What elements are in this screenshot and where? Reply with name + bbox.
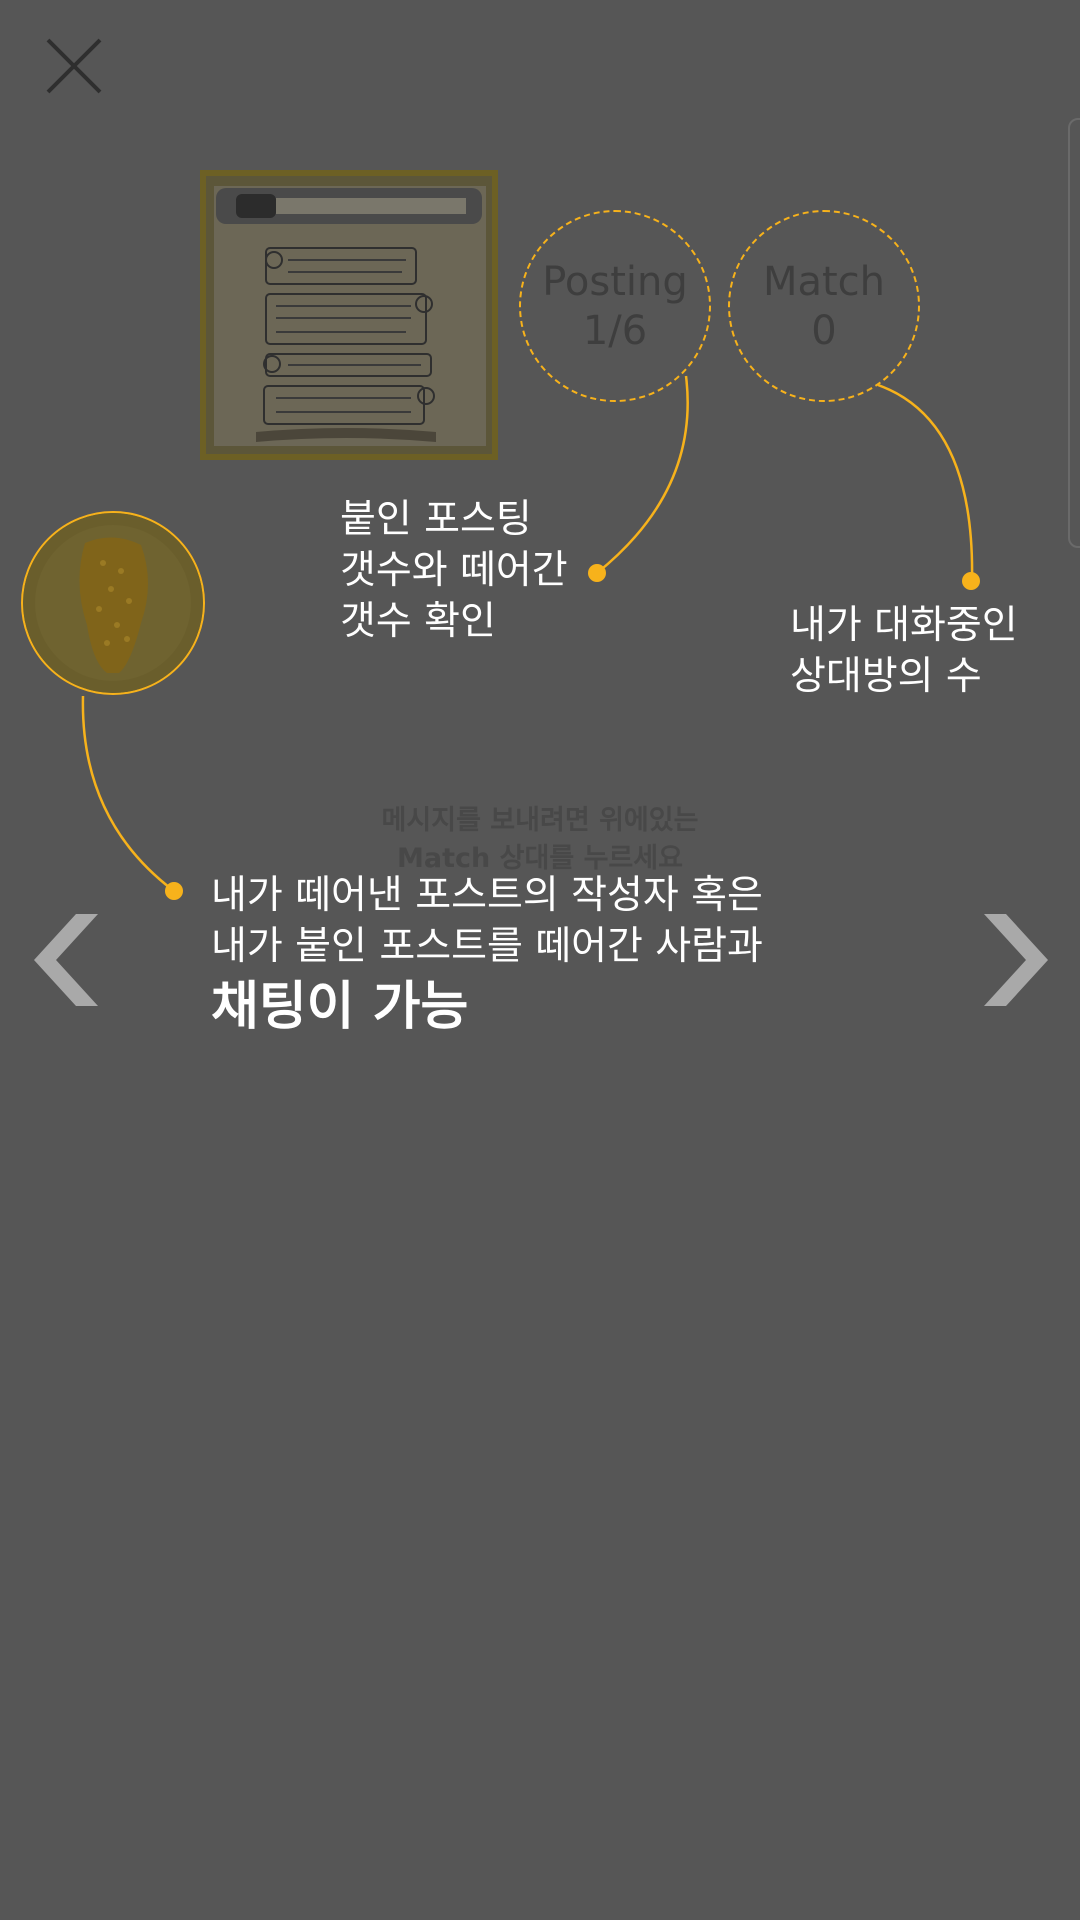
tutorial-overlay: Posting 1/6 Match 0 붙인 포스팅 갯수와 떼어간 갯수 확인… [0,0,1080,1920]
chevron-right-icon [984,914,1048,1006]
chat-callout-emphasis: 채팅이 가능 [211,977,469,1037]
close-icon [46,38,102,94]
posting-count-circle[interactable]: Posting 1/6 [519,210,711,402]
previous-button[interactable] [32,914,102,1006]
posting-callout-line1: 붙인 포스팅 [340,497,532,542]
next-button[interactable] [980,914,1050,1006]
chat-partner-avatar[interactable] [21,511,205,695]
posting-callout-line3: 갯수 확인 [340,599,496,644]
hint-line1: 메시지를 보내려면 위에있는 [381,805,699,836]
avatar-image [23,513,203,693]
match-callout-line1: 내가 대화중인 [790,603,1018,648]
match-label: Match [762,259,886,305]
posting-callout: 붙인 포스팅 갯수와 떼어간 갯수 확인 [340,494,568,647]
chat-callout: 내가 떼어낸 포스트의 작성자 혹은 내가 붙인 포스트를 떼어간 사람과 채팅… [211,870,763,1040]
next-card-edge [1068,118,1080,548]
chat-callout-line2: 내가 붙인 포스트를 떼어간 사람과 [211,924,763,969]
posting-label: Posting [542,259,688,305]
empty-chat-hint: 메시지를 보내려면 위에있는 Match 상대를 누르세요 [0,802,1080,878]
close-button[interactable] [38,30,110,102]
posting-value: 1/6 [582,308,648,354]
chevron-left-icon [34,914,98,1006]
match-count-circle[interactable]: Match 0 [728,210,920,402]
chat-callout-line1: 내가 떼어낸 포스트의 작성자 혹은 [211,873,763,918]
match-callout: 내가 대화중인 상대방의 수 [790,600,1018,702]
posting-callout-line2: 갯수와 떼어간 [340,548,568,593]
posting-thumbnail [200,170,498,460]
match-value: 0 [811,308,837,354]
match-callout-line2: 상대방의 수 [790,654,982,699]
